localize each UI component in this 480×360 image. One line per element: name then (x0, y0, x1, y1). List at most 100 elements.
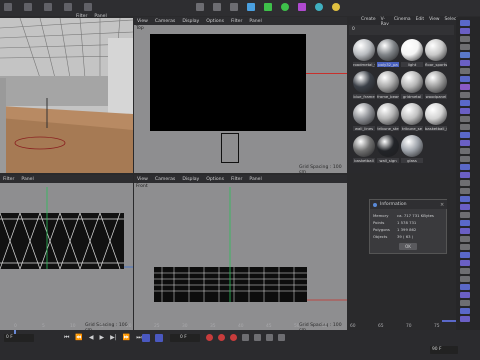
render-settings-icon[interactable] (230, 3, 238, 11)
toolbar-button[interactable] (460, 260, 470, 266)
toolbar-button[interactable] (460, 132, 470, 138)
toolbar-button[interactable] (460, 252, 470, 258)
play-icon[interactable]: ▶ (100, 334, 105, 342)
menu-cameras[interactable]: Cameras (155, 19, 175, 24)
toolbar-button[interactable] (460, 268, 470, 274)
material-swatch[interactable]: frame_beams (377, 71, 399, 99)
material-swatch[interactable]: tribune_se (401, 103, 423, 131)
toolbar-button[interactable] (460, 196, 470, 202)
toolbar-button[interactable] (460, 20, 470, 26)
menu-options[interactable]: Options (206, 177, 224, 182)
material-swatch[interactable]: light (401, 39, 423, 67)
toolbar-button[interactable] (460, 100, 470, 106)
material-swatch[interactable]: roadmetal_wh (353, 39, 375, 67)
scale-tool-icon[interactable] (64, 3, 72, 11)
menu-options[interactable]: Options (206, 19, 224, 24)
toolbar-button[interactable] (460, 84, 470, 90)
material-swatch[interactable]: woodpanel (425, 71, 447, 99)
select-tool-icon[interactable] (24, 3, 32, 11)
record-icon[interactable] (206, 334, 213, 341)
material-swatch[interactable]: wall_sign (377, 135, 399, 163)
toolbar-button[interactable] (460, 156, 470, 162)
move-tool-icon[interactable] (44, 3, 52, 11)
toolbar-button[interactable] (460, 116, 470, 122)
toolbar-button[interactable] (460, 68, 470, 74)
material-swatch[interactable]: wall_lines (353, 103, 375, 131)
menu-filter[interactable]: Filter (3, 177, 14, 182)
toolbar-button[interactable] (460, 244, 470, 250)
menu-view[interactable]: View (137, 177, 148, 182)
rotate-tool-icon[interactable] (84, 3, 92, 11)
toolbar-button[interactable] (460, 108, 470, 114)
end-frame-field[interactable]: 90 F (430, 346, 458, 354)
toolbar-button[interactable] (460, 76, 470, 82)
rotate-key-icon[interactable] (266, 334, 273, 341)
toolbar-button[interactable] (460, 228, 470, 234)
material-swatch[interactable]: floor_sports (425, 39, 447, 67)
toolbar-button[interactable] (460, 164, 470, 170)
menu-display[interactable]: Display (182, 19, 199, 24)
toolbar-button[interactable] (460, 28, 470, 34)
keyframe-icon[interactable] (142, 334, 150, 342)
toolbar-button[interactable] (460, 36, 470, 42)
keyframe-mode-icon[interactable] (230, 334, 237, 341)
toolbar-button[interactable] (460, 124, 470, 130)
next-key-icon[interactable]: ⏩ (123, 334, 130, 342)
menu-panel[interactable]: Panel (249, 19, 261, 24)
prev-frame-icon[interactable]: ◀ (89, 334, 94, 342)
grid-tool-icon[interactable] (4, 3, 12, 11)
viewport-left[interactable]: Grid Spacing : 100 cm (0, 183, 133, 333)
menu-panel[interactable]: Panel (249, 177, 261, 182)
toolbar-button[interactable] (460, 276, 470, 282)
toolbar-button[interactable] (460, 292, 470, 298)
ok-button[interactable]: OK (399, 243, 417, 250)
menu-filter[interactable]: Filter (231, 177, 242, 182)
viewport-perspective[interactable] (0, 18, 133, 173)
material-swatch[interactable]: gridmetal (401, 71, 423, 99)
sphere-icon[interactable] (281, 3, 289, 11)
scale-key-icon[interactable] (254, 334, 261, 341)
autokey-icon[interactable] (155, 334, 163, 342)
toolbar-button[interactable] (460, 308, 470, 314)
toolbar-button[interactable] (460, 284, 470, 290)
frame-field[interactable]: 0 F (170, 334, 200, 342)
material-swatch[interactable]: glass (401, 135, 423, 163)
toolbar-button[interactable] (460, 236, 470, 242)
autorecord-icon[interactable] (218, 334, 225, 341)
toolbar-button[interactable] (460, 188, 470, 194)
deformer-icon[interactable] (298, 3, 306, 11)
start-frame-field[interactable]: 0 F (4, 334, 34, 342)
toolbar-button[interactable] (460, 92, 470, 98)
menu-panel[interactable]: Panel (21, 177, 33, 182)
material-swatch[interactable]: tribune_ste (377, 103, 399, 131)
menu-view[interactable]: View (137, 19, 148, 24)
render-view-icon[interactable] (213, 3, 221, 11)
motion-icon[interactable] (242, 334, 249, 341)
toolbar-button[interactable] (460, 140, 470, 146)
toolbar-button[interactable] (460, 212, 470, 218)
viewport-front[interactable]: Front Grid Spacing : 100 cm (134, 183, 347, 333)
timeline-slider[interactable] (442, 320, 456, 322)
menu-filter[interactable]: Filter (231, 19, 242, 24)
render-icon[interactable] (196, 3, 204, 11)
subdiv-icon[interactable] (264, 3, 272, 11)
prev-key-icon[interactable]: ⏪ (75, 334, 82, 342)
toolbar-button[interactable] (460, 220, 470, 226)
toolbar-button[interactable] (460, 60, 470, 66)
viewport-top[interactable]: Top Grid Spacing : 100 cm (134, 25, 347, 175)
next-frame-icon[interactable]: ▶| (110, 334, 117, 342)
material-swatch[interactable]: poly32_pa (377, 39, 399, 67)
material-swatch[interactable]: basketball (353, 135, 375, 163)
param-key-icon[interactable] (278, 334, 285, 341)
material-swatch[interactable]: blue_frame (353, 71, 375, 99)
menu-cameras[interactable]: Cameras (155, 177, 175, 182)
go-start-icon[interactable]: ⏮ (64, 334, 69, 342)
toolbar-button[interactable] (460, 148, 470, 154)
go-end-icon[interactable]: ⏭ (136, 334, 141, 342)
toolbar-button[interactable] (460, 44, 470, 50)
menu-display[interactable]: Display (182, 177, 199, 182)
field-icon[interactable] (315, 3, 323, 11)
close-icon[interactable]: × (440, 202, 444, 208)
toolbar-button[interactable] (460, 300, 470, 306)
cube-icon[interactable] (247, 3, 255, 11)
